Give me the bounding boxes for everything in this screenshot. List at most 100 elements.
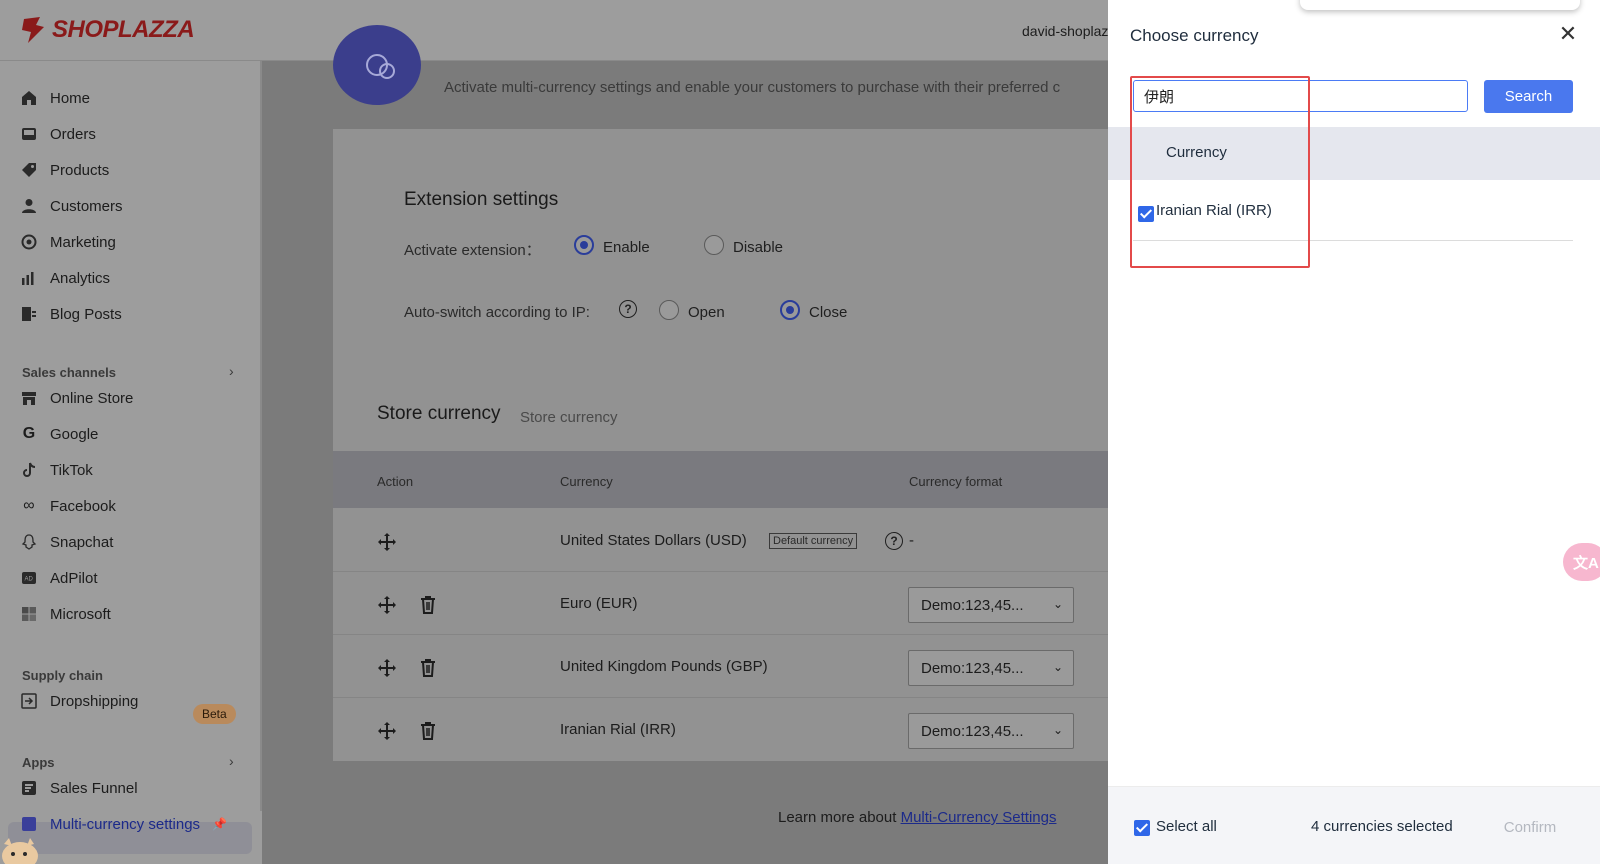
trash-icon[interactable] (418, 658, 438, 678)
disable-radio[interactable] (704, 235, 724, 255)
svg-text:AD: AD (25, 577, 34, 583)
popover-remnant (1300, 0, 1580, 10)
blog-icon (20, 305, 38, 323)
currency-format-value: Demo:123,45... (921, 596, 1024, 614)
logo-text: SHOPLAZZA (52, 16, 195, 43)
translate-button[interactable]: 文A (1563, 543, 1600, 581)
sidebar-item-dropshipping[interactable]: Dropshipping (20, 685, 138, 717)
drag-move-icon[interactable] (377, 532, 397, 552)
currency-format-select[interactable]: Demo:123,45... ⌄ (908, 650, 1074, 686)
drag-move-icon[interactable] (377, 658, 397, 678)
page-intro-text: Activate multi-currency settings and ena… (444, 79, 1061, 96)
sidebar-item-google[interactable]: G Google (20, 418, 99, 450)
sidebar-item-home[interactable]: Home (20, 82, 90, 114)
search-button[interactable]: Search (1484, 80, 1573, 113)
chevron-down-icon: ⌄ (1052, 660, 1063, 674)
sidebar-item-label: Snapchat (50, 533, 114, 551)
auto-switch-label: Auto-switch according to IP: (404, 304, 590, 321)
sidebar-item-label: Customers (50, 197, 123, 215)
close-radio-label[interactable]: Close (809, 304, 847, 321)
sidebar-item-label: Products (50, 161, 110, 179)
beta-badge: Beta (193, 704, 236, 724)
sidebar-item-label: Home (50, 89, 91, 107)
shoplazza-logo[interactable]: SHOPLAZZA (20, 15, 195, 45)
drag-move-icon[interactable] (377, 595, 397, 615)
sidebar-item-online-store[interactable]: Online Store (20, 382, 133, 414)
tag-icon (20, 161, 38, 179)
dropshipping-icon (20, 692, 38, 710)
open-radio-label[interactable]: Open (688, 304, 725, 321)
sales-channels-heading: Sales channels (22, 365, 116, 380)
extension-settings-title: Extension settings (404, 189, 559, 210)
mascot-avatar-icon[interactable] (0, 834, 44, 864)
sidebar-item-label: Analytics (50, 269, 111, 287)
sidebar-item-label: Online Store (50, 389, 134, 407)
trash-icon[interactable] (418, 595, 438, 615)
drag-move-icon[interactable] (377, 721, 397, 741)
sidebar-item-customers[interactable]: Customers (20, 190, 123, 222)
snapchat-icon (20, 533, 38, 551)
currency-format-value: Demo:123,45... (921, 659, 1024, 677)
sidebar-item-sales-funnel[interactable]: Sales Funnel (20, 772, 138, 804)
trash-icon[interactable] (418, 721, 438, 741)
currency-name: Euro (EUR) (560, 595, 638, 612)
currency-option-label[interactable]: Iranian Rial (IRR) (1156, 202, 1272, 219)
sidebar-item-facebook[interactable]: ∞ Facebook (20, 490, 116, 522)
select-all-label[interactable]: Select all (1156, 818, 1217, 835)
disable-radio-label[interactable]: Disable (733, 239, 783, 256)
sidebar-item-label: Orders (50, 125, 96, 143)
currency-list-header-label: Currency (1166, 144, 1227, 161)
top-bar: SHOPLAZZA david-shoplaz (0, 0, 1110, 61)
sidebar-item-tiktok[interactable]: TikTok (20, 454, 93, 486)
choose-currency-drawer: Choose currency ✕ Search Currency Irania… (1108, 0, 1600, 864)
supply-chain-heading: Supply chain (22, 668, 103, 683)
orders-icon (20, 125, 38, 143)
currency-format-value: - (909, 532, 914, 549)
apps-heading: Apps (22, 755, 55, 770)
currency-search-input[interactable] (1133, 80, 1468, 112)
currency-format-select[interactable]: Demo:123,45... ⌄ (908, 713, 1074, 749)
close-radio[interactable] (780, 300, 800, 320)
selected-count-text: 4 currencies selected (1311, 818, 1453, 835)
enable-radio-label[interactable]: Enable (603, 239, 650, 256)
sidebar-item-label: Blog Posts (50, 305, 122, 323)
help-icon[interactable]: ? (885, 532, 903, 550)
sidebar-item-snapchat[interactable]: Snapchat (20, 526, 113, 558)
store-currency-title: Store currency (377, 403, 501, 424)
sidebar-item-label: Facebook (50, 497, 116, 515)
pin-icon[interactable]: 📌 (212, 817, 227, 831)
sidebar-item-multi-currency-settings[interactable]: Multi-currency settings 📌 (20, 808, 227, 840)
logo-mark-icon (22, 17, 44, 43)
google-icon: G (22, 425, 36, 442)
default-currency-tag: Default currency (769, 533, 858, 549)
tiktok-icon (20, 461, 38, 479)
person-icon (20, 197, 38, 215)
sidebar-item-label: Dropshipping (50, 692, 139, 710)
sidebar-item-blog-posts[interactable]: Blog Posts (20, 298, 122, 330)
multicurrency-icon (20, 815, 38, 833)
sidebar-item-adpilot[interactable]: AD AdPilot (20, 562, 98, 594)
home-icon (20, 89, 38, 107)
close-icon[interactable]: ✕ (1556, 21, 1580, 46)
column-header-currency-format: Currency format (909, 474, 1003, 489)
iranian-rial-checkbox[interactable] (1138, 206, 1154, 222)
select-all-checkbox[interactable] (1134, 820, 1150, 836)
confirm-button[interactable]: Confirm (1484, 810, 1576, 844)
sidebar-item-analytics[interactable]: Analytics (20, 262, 110, 294)
open-radio[interactable] (659, 300, 679, 320)
bar-chart-icon (20, 269, 38, 287)
help-icon[interactable]: ? (619, 300, 637, 318)
sidebar-item-microsoft[interactable]: Microsoft (20, 598, 111, 630)
sidebar-item-marketing[interactable]: Marketing (20, 226, 116, 258)
store-name[interactable]: david-shoplaz (1022, 23, 1108, 39)
sidebar-item-products[interactable]: Products (20, 154, 109, 186)
microsoft-icon (20, 605, 38, 623)
chevron-right-icon[interactable]: › (229, 363, 234, 379)
multi-currency-settings-link[interactable]: Multi-Currency Settings (901, 809, 1057, 826)
sidebar-item-orders[interactable]: Orders (20, 118, 96, 150)
activate-extension-label: Activate extension： (404, 242, 541, 259)
chevron-right-icon[interactable]: › (229, 753, 234, 769)
learn-more-text: Learn more about Multi-Currency Settings (778, 809, 1056, 826)
currency-format-select[interactable]: Demo:123,45... ⌄ (908, 587, 1074, 623)
enable-radio[interactable] (574, 235, 594, 255)
